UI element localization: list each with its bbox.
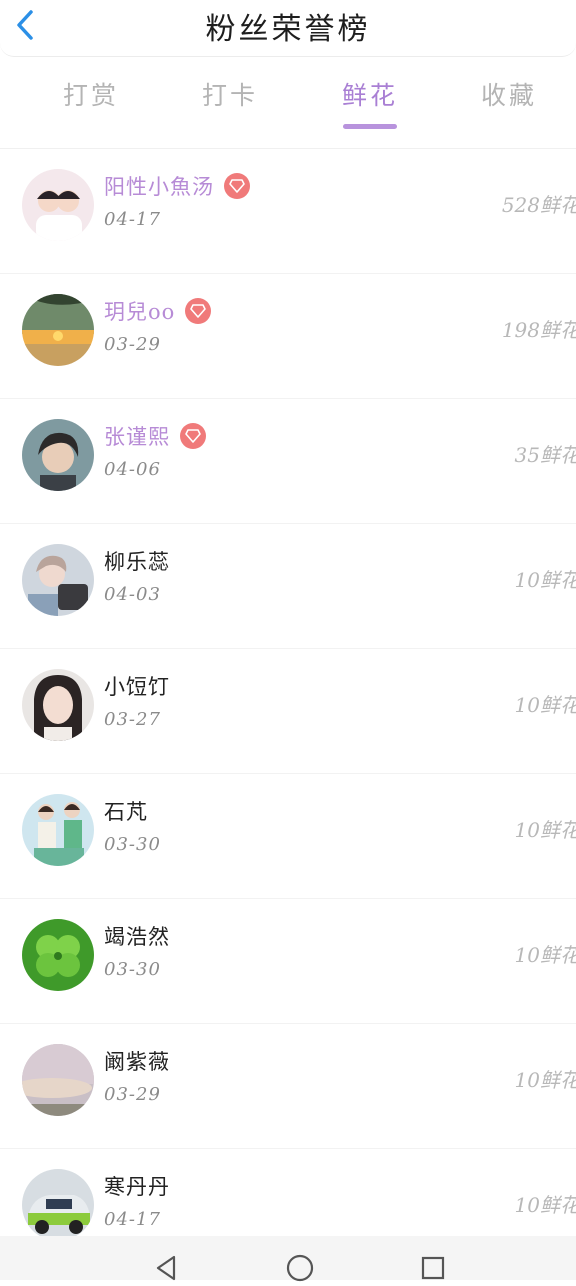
gift-date: 04-17 bbox=[104, 1209, 161, 1230]
avatar[interactable] bbox=[22, 1044, 94, 1116]
avatar[interactable] bbox=[22, 1169, 94, 1241]
nav-recents-button[interactable] bbox=[415, 1250, 451, 1286]
flower-count: 10鲜花 bbox=[514, 568, 576, 592]
flower-count: 10鲜花 bbox=[514, 818, 576, 842]
avatar[interactable] bbox=[22, 794, 94, 866]
user-name: 阚紫薇 bbox=[104, 1050, 170, 1074]
fan-ranking-list: 阳性小魚汤 04-17 528鲜花 玥兒oo 03-29 198鲜花 张谨熙 0… bbox=[0, 148, 576, 1274]
flower-count: 35鲜花 bbox=[514, 443, 576, 467]
flower-count: 10鲜花 bbox=[514, 1193, 576, 1217]
gift-date: 03-27 bbox=[104, 709, 161, 730]
tab-label: 打卡 bbox=[201, 81, 258, 110]
user-name: 张谨熙 bbox=[104, 421, 206, 451]
system-nav-bar bbox=[0, 1236, 576, 1282]
avatar[interactable] bbox=[22, 669, 94, 741]
gift-date: 03-30 bbox=[104, 959, 161, 980]
user-name: 小饾饤 bbox=[104, 675, 170, 699]
tab-label: 鲜花 bbox=[341, 81, 398, 110]
flower-count: 10鲜花 bbox=[514, 1068, 576, 1092]
user-name: 柳乐蕊 bbox=[104, 550, 170, 574]
list-item[interactable]: 阳性小魚汤 04-17 528鲜花 bbox=[0, 149, 576, 274]
gift-date: 04-17 bbox=[104, 209, 161, 230]
back-triangle-icon bbox=[156, 1255, 176, 1281]
flower-count: 528鲜花 bbox=[501, 193, 576, 217]
home-circle-icon bbox=[286, 1254, 314, 1282]
diamond-badge-icon bbox=[185, 298, 212, 324]
recents-square-icon bbox=[421, 1256, 445, 1280]
list-item[interactable]: 阚紫薇 03-29 10鲜花 bbox=[0, 1024, 576, 1149]
tab-tips[interactable]: 打赏 bbox=[36, 76, 146, 136]
flower-count: 198鲜花 bbox=[501, 318, 576, 342]
user-name: 寒丹丹 bbox=[104, 1175, 170, 1199]
list-item[interactable]: 张谨熙 04-06 35鲜花 bbox=[0, 399, 576, 524]
flower-count: 10鲜花 bbox=[514, 943, 576, 967]
avatar[interactable] bbox=[22, 294, 94, 366]
avatar[interactable] bbox=[22, 419, 94, 491]
tab-flowers[interactable]: 鲜花 bbox=[315, 76, 425, 136]
list-item[interactable]: 小饾饤 03-27 10鲜花 bbox=[0, 649, 576, 774]
gift-date: 03-29 bbox=[104, 1084, 161, 1105]
list-item[interactable]: 竭浩然 03-30 10鲜花 bbox=[0, 899, 576, 1024]
user-name: 玥兒oo bbox=[104, 296, 212, 326]
list-item[interactable]: 玥兒oo 03-29 198鲜花 bbox=[0, 274, 576, 399]
list-item[interactable]: 石芃 03-30 10鲜花 bbox=[0, 774, 576, 899]
active-tab-indicator bbox=[343, 124, 397, 129]
user-name: 竭浩然 bbox=[104, 925, 170, 949]
avatar[interactable] bbox=[22, 544, 94, 616]
tab-label: 收藏 bbox=[480, 81, 537, 110]
header-bar: 粉丝荣誉榜 bbox=[0, 0, 576, 57]
diamond-badge-icon bbox=[224, 173, 250, 199]
page-title: 粉丝荣誉榜 bbox=[205, 12, 371, 47]
user-name: 石芃 bbox=[104, 800, 148, 824]
gift-date: 04-06 bbox=[104, 459, 161, 480]
nav-back-button[interactable] bbox=[148, 1250, 184, 1286]
avatar[interactable] bbox=[22, 919, 94, 991]
gift-date: 03-30 bbox=[104, 834, 161, 855]
gift-date: 03-29 bbox=[104, 334, 161, 355]
list-item[interactable]: 柳乐蕊 04-03 10鲜花 bbox=[0, 524, 576, 649]
gift-date: 04-03 bbox=[104, 584, 161, 605]
nav-home-button[interactable] bbox=[282, 1250, 318, 1286]
tab-bar: 打赏 打卡 鲜花 收藏 bbox=[0, 60, 576, 148]
diamond-badge-icon bbox=[180, 423, 206, 449]
tab-favorites[interactable]: 收藏 bbox=[454, 76, 564, 136]
flower-count: 10鲜花 bbox=[514, 693, 576, 717]
avatar[interactable] bbox=[22, 169, 94, 241]
user-name: 阳性小魚汤 bbox=[104, 171, 250, 201]
tab-label: 打赏 bbox=[62, 81, 119, 110]
tab-checkin[interactable]: 打卡 bbox=[175, 76, 285, 136]
